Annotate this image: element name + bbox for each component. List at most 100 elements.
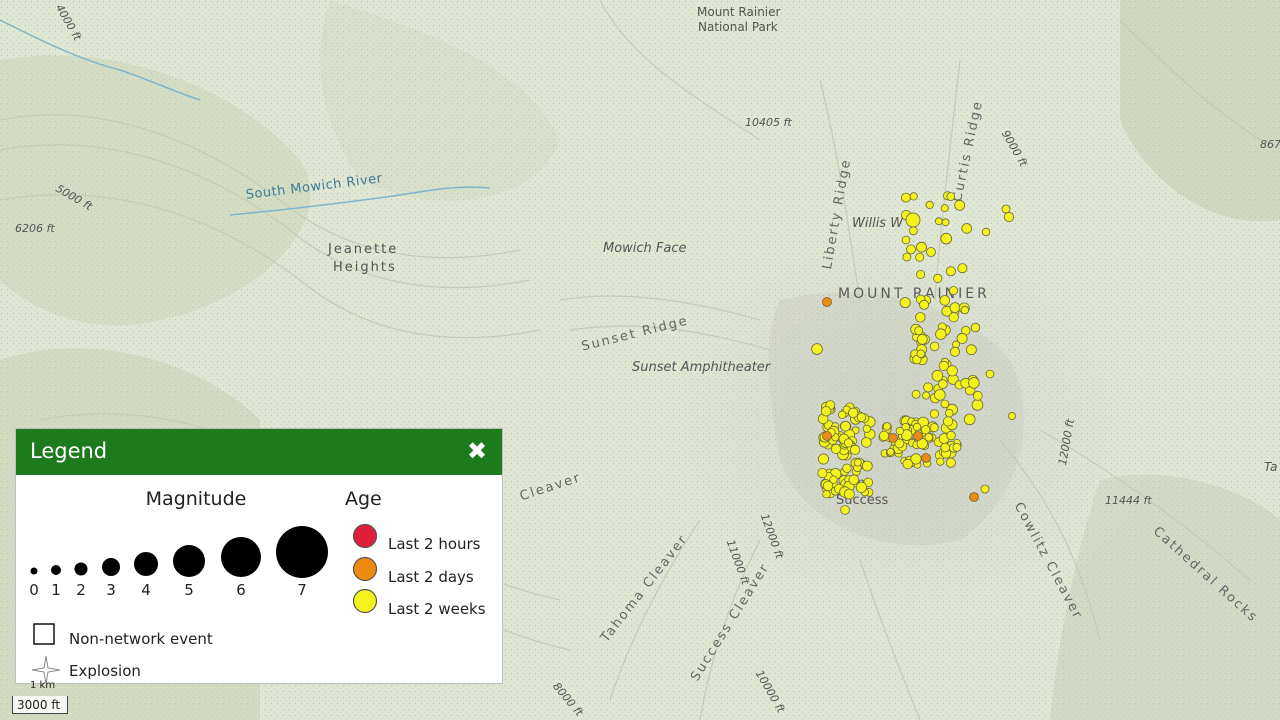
quake-marker[interactable] xyxy=(886,447,895,456)
quake-marker[interactable] xyxy=(961,223,972,234)
quake-marker[interactable] xyxy=(901,192,911,203)
quake-marker[interactable] xyxy=(938,379,948,389)
quake-marker[interactable] xyxy=(923,382,934,393)
quake-marker[interactable] xyxy=(920,425,931,435)
quake-marker[interactable] xyxy=(849,444,861,455)
quake-marker[interactable] xyxy=(830,443,842,454)
quake-marker[interactable] xyxy=(934,389,946,401)
quake-marker[interactable] xyxy=(853,458,862,467)
quake-marker[interactable] xyxy=(848,407,859,419)
quake-marker[interactable] xyxy=(940,442,950,453)
quake-marker[interactable] xyxy=(817,468,828,479)
quake-marker[interactable] xyxy=(848,474,860,486)
quake-marker[interactable] xyxy=(916,333,928,345)
quake-marker[interactable] xyxy=(843,438,854,448)
quake-marker[interactable] xyxy=(915,312,926,323)
quake-marker[interactable] xyxy=(902,252,912,262)
quake-marker[interactable] xyxy=(946,430,956,441)
quake-marker[interactable] xyxy=(960,305,969,315)
quake-marker[interactable] xyxy=(963,413,976,426)
quake-marker[interactable] xyxy=(916,241,927,253)
quake-marker[interactable] xyxy=(970,322,981,333)
quake-marker[interactable] xyxy=(906,244,916,255)
quake-marker[interactable] xyxy=(968,377,980,389)
quake-marker[interactable] xyxy=(971,399,984,411)
quake-marker[interactable] xyxy=(980,484,990,494)
quake-marker-recent[interactable] xyxy=(822,297,832,307)
quake-marker[interactable] xyxy=(842,463,852,474)
quake-marker[interactable] xyxy=(954,199,966,211)
quake-marker[interactable] xyxy=(948,312,959,323)
quake-marker[interactable] xyxy=(856,412,867,423)
quake-marker[interactable] xyxy=(945,266,956,277)
quake-marker[interactable] xyxy=(899,297,911,309)
quake-marker[interactable] xyxy=(895,426,904,436)
close-icon[interactable]: ✖ xyxy=(464,438,490,464)
quake-marker[interactable] xyxy=(950,346,961,357)
quake-marker[interactable] xyxy=(909,226,918,236)
quake-marker[interactable] xyxy=(940,399,950,409)
quake-marker[interactable] xyxy=(929,423,939,433)
quake-marker[interactable] xyxy=(860,437,872,448)
quake-marker[interactable] xyxy=(915,252,925,262)
quake-marker[interactable] xyxy=(822,490,831,499)
quake-marker[interactable] xyxy=(901,235,911,245)
quake-marker[interactable] xyxy=(911,389,921,399)
quake-marker-recent[interactable] xyxy=(822,431,832,441)
quake-marker[interactable] xyxy=(916,349,926,359)
quake-marker[interactable] xyxy=(935,328,947,340)
quake-marker[interactable] xyxy=(949,286,959,296)
quake-marker[interactable] xyxy=(925,200,934,209)
quake-marker[interactable] xyxy=(922,391,931,400)
quake-marker[interactable] xyxy=(972,390,983,401)
quake-marker[interactable] xyxy=(926,247,936,257)
quake-marker[interactable] xyxy=(966,344,977,356)
quake-marker[interactable] xyxy=(940,204,949,213)
quake-marker[interactable] xyxy=(929,341,940,352)
quake-marker[interactable] xyxy=(822,480,834,492)
quake-marker[interactable] xyxy=(838,410,847,419)
quake-marker[interactable] xyxy=(981,227,991,237)
quake-marker[interactable] xyxy=(956,332,968,344)
quake-marker-recent[interactable] xyxy=(921,453,931,463)
quake-marker[interactable] xyxy=(924,432,934,442)
quake-marker[interactable] xyxy=(945,409,954,418)
quake-marker[interactable] xyxy=(905,212,921,228)
quake-marker[interactable] xyxy=(861,460,873,472)
quake-marker[interactable] xyxy=(902,458,913,470)
quake-marker-recent[interactable] xyxy=(913,431,923,441)
quake-marker[interactable] xyxy=(840,420,851,432)
quake-marker[interactable] xyxy=(942,416,954,427)
quake-marker[interactable] xyxy=(1003,211,1015,223)
quake-marker[interactable] xyxy=(820,406,832,417)
quake-marker[interactable] xyxy=(946,192,956,202)
quake-marker[interactable] xyxy=(912,422,922,432)
quake-marker-recent[interactable] xyxy=(969,492,979,502)
quake-marker[interactable] xyxy=(843,488,855,500)
quake-marker[interactable] xyxy=(909,192,918,201)
quake-marker[interactable] xyxy=(952,442,962,452)
quake-marker[interactable] xyxy=(941,218,950,227)
quake-marker[interactable] xyxy=(985,369,995,379)
quake-marker[interactable] xyxy=(818,453,830,465)
quake-marker[interactable] xyxy=(811,343,823,355)
quake-marker[interactable] xyxy=(940,232,952,245)
quake-marker[interactable] xyxy=(914,326,924,336)
quake-marker[interactable] xyxy=(1008,411,1017,420)
quake-marker[interactable] xyxy=(945,457,956,468)
quake-marker[interactable] xyxy=(931,369,944,382)
quake-marker[interactable] xyxy=(840,505,850,515)
quake-marker[interactable] xyxy=(939,295,951,306)
quake-marker[interactable] xyxy=(936,457,945,466)
quake-marker[interactable] xyxy=(933,273,943,283)
quake-marker[interactable] xyxy=(882,422,892,431)
quake-marker[interactable] xyxy=(916,269,926,279)
quake-marker[interactable] xyxy=(1001,204,1011,214)
quake-marker[interactable] xyxy=(878,430,890,441)
quake-marker[interactable] xyxy=(855,481,868,493)
quake-marker[interactable] xyxy=(946,365,958,377)
quake-marker[interactable] xyxy=(949,302,961,314)
quake-marker[interactable] xyxy=(919,299,930,310)
quake-marker[interactable] xyxy=(957,263,968,274)
quake-marker[interactable] xyxy=(934,217,943,226)
